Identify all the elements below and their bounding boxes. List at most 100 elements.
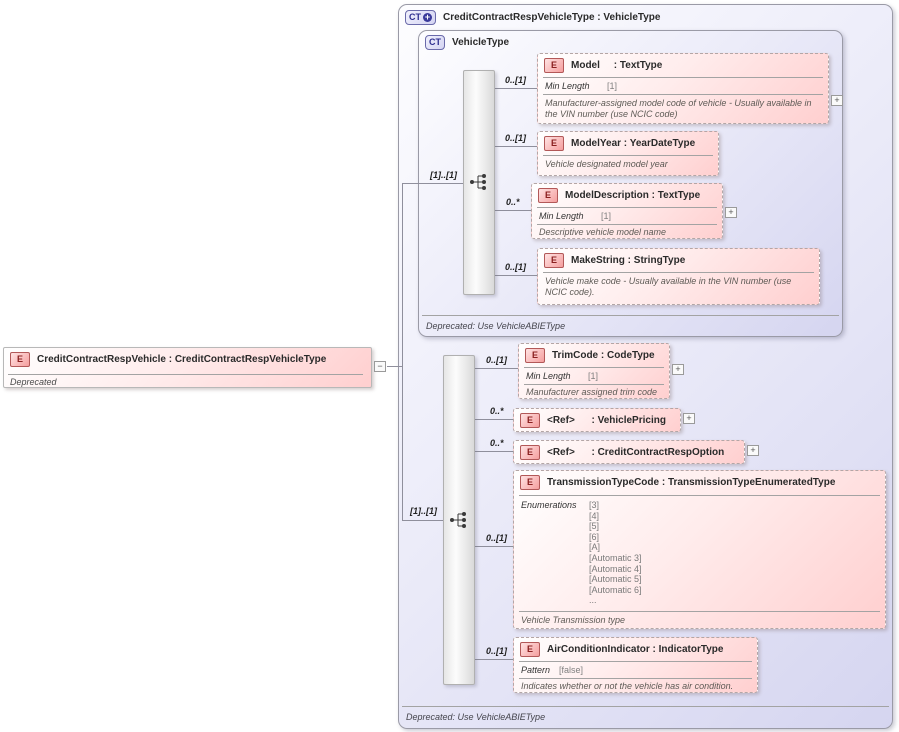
element-doc: Vehicle make code - Usually available in… [545, 276, 813, 298]
element-doc: Descriptive vehicle model name [539, 227, 716, 238]
divider [543, 77, 823, 78]
element-box-air-condition-indicator[interactable]: E AirConditionIndicator : IndicatorType … [513, 637, 758, 693]
element-doc: Manufacturer assigned trim code [526, 387, 663, 398]
connector-line [495, 210, 531, 211]
element-box-transmission-type-code[interactable]: E TransmissionTypeCode : TransmissionTyp… [513, 470, 886, 629]
divider [537, 224, 717, 225]
inner-deprecated-note: Deprecated: Use VehicleABIEType [426, 321, 565, 331]
facet-value: [1] [607, 81, 617, 91]
cardinality-ref-credit-contract-resp-option: 0..* [490, 438, 504, 448]
connector-line [495, 88, 537, 89]
facet-label: Min Length [539, 211, 601, 221]
element-box-trim-code[interactable]: E TrimCode : CodeType Min Length[1] Manu… [518, 343, 670, 399]
connector-line [475, 419, 513, 420]
facet-value: [1] [601, 211, 611, 221]
divider [524, 384, 664, 385]
cardinality-trim-code: 0..[1] [486, 355, 507, 365]
element-title: <Ref> : VehiclePricing [547, 415, 666, 426]
element-title: AirConditionIndicator : IndicatorType [547, 644, 723, 655]
connector-trunk-line [402, 183, 403, 520]
connector-line [475, 546, 513, 547]
connector-line [402, 183, 463, 184]
connector-line [495, 146, 537, 147]
divider [519, 678, 752, 679]
connector-line [387, 366, 402, 367]
facet-label: Enumerations [521, 500, 577, 510]
schema-diagram: CT+ CreditContractRespVehicleType : Vehi… [0, 0, 899, 732]
plus-circle-icon: + [423, 13, 432, 22]
facet-value: [false] [559, 665, 583, 675]
element-icon: E [538, 188, 558, 203]
element-doc: Manufacturer-assigned model code of vehi… [545, 98, 822, 120]
element-icon: E [525, 348, 545, 363]
element-icon: E [10, 352, 30, 367]
cardinality-air-condition-indicator: 0..[1] [486, 646, 507, 656]
divider [537, 207, 717, 208]
element-icon: E [544, 136, 564, 151]
expand-button[interactable]: + [672, 364, 684, 375]
cardinality-transmission-type-code: 0..[1] [486, 533, 507, 543]
sequence-icon [449, 511, 469, 529]
element-box-make-string[interactable]: E MakeString : StringType Vehicle make c… [537, 248, 820, 305]
element-title: <Ref> : CreditContractRespOption [547, 447, 724, 458]
root-element-annotation: Deprecated [10, 377, 57, 387]
element-doc: Vehicle designated model year [545, 159, 712, 170]
sequence-icon [469, 173, 489, 191]
enumeration-values: [3][4][5][6][A][Automatic 3][Automatic 4… [589, 500, 642, 606]
facet-label: Min Length [526, 371, 588, 381]
element-title: MakeString : StringType [571, 255, 685, 266]
element-title: TransmissionTypeCode : TransmissionTypeE… [547, 477, 835, 488]
connector-line [475, 451, 513, 452]
cardinality-sequence-upper: [1]..[1] [430, 170, 457, 180]
divider [543, 272, 814, 273]
connector-line [402, 520, 443, 521]
element-icon: E [544, 253, 564, 268]
element-box-model-description[interactable]: E ModelDescription : TextType Min Length… [531, 183, 723, 239]
element-icon: E [544, 58, 564, 73]
cardinality-model-year: 0..[1] [505, 133, 526, 143]
divider [524, 367, 664, 368]
cardinality-model: 0..[1] [505, 75, 526, 85]
facet-label: Min Length [545, 81, 607, 91]
element-doc: Vehicle Transmission type [521, 615, 879, 626]
divider [543, 155, 713, 156]
element-icon: E [520, 445, 540, 460]
expand-button[interactable]: + [683, 413, 695, 424]
connector-line [475, 368, 518, 369]
expand-button[interactable]: + [831, 95, 843, 106]
cardinality-make-string: 0..[1] [505, 262, 526, 272]
cardinality-ref-vehicle-pricing: 0..* [490, 406, 504, 416]
element-icon: E [520, 475, 540, 490]
element-title: TrimCode : CodeType [552, 350, 655, 361]
complex-type-icon: CT [425, 35, 445, 50]
element-box-model[interactable]: E Model : TextType Min Length[1] Manufac… [537, 53, 829, 124]
divider [519, 495, 880, 496]
divider [543, 94, 823, 95]
element-icon: E [520, 413, 540, 428]
root-element-title: CreditContractRespVehicle : CreditContra… [37, 354, 326, 365]
facet-label: Pattern [521, 665, 559, 675]
footer-divider [422, 315, 839, 316]
element-title: Model : TextType [571, 60, 662, 71]
element-box-ref-credit-contract-resp-option[interactable]: E <Ref> : CreditContractRespOption [513, 440, 745, 464]
element-icon: E [520, 642, 540, 657]
element-box-model-year[interactable]: E ModelYear : YearDateType Vehicle desig… [537, 131, 719, 176]
element-title: ModelDescription : TextType [565, 190, 700, 201]
complex-type-title: CreditContractRespVehicleType : VehicleT… [443, 12, 660, 23]
connector-line [475, 659, 513, 660]
collapse-button[interactable]: − [374, 361, 386, 372]
complex-type-icon: CT+ [405, 10, 436, 25]
connector-line [495, 275, 537, 276]
expand-button[interactable]: + [747, 445, 759, 456]
element-doc: Indicates whether or not the vehicle has… [521, 681, 751, 692]
root-element-box[interactable]: E CreditContractRespVehicle : CreditCont… [3, 347, 372, 388]
footer-divider [402, 706, 889, 707]
cardinality-sequence-lower: [1]..[1] [410, 506, 437, 516]
outer-deprecated-note: Deprecated: Use VehicleABIEType [406, 712, 545, 722]
divider [519, 611, 880, 612]
element-box-ref-vehicle-pricing[interactable]: E <Ref> : VehiclePricing [513, 408, 681, 432]
base-type-title: VehicleType [452, 37, 509, 48]
expand-button[interactable]: + [725, 207, 737, 218]
divider [519, 661, 752, 662]
divider [8, 374, 363, 375]
